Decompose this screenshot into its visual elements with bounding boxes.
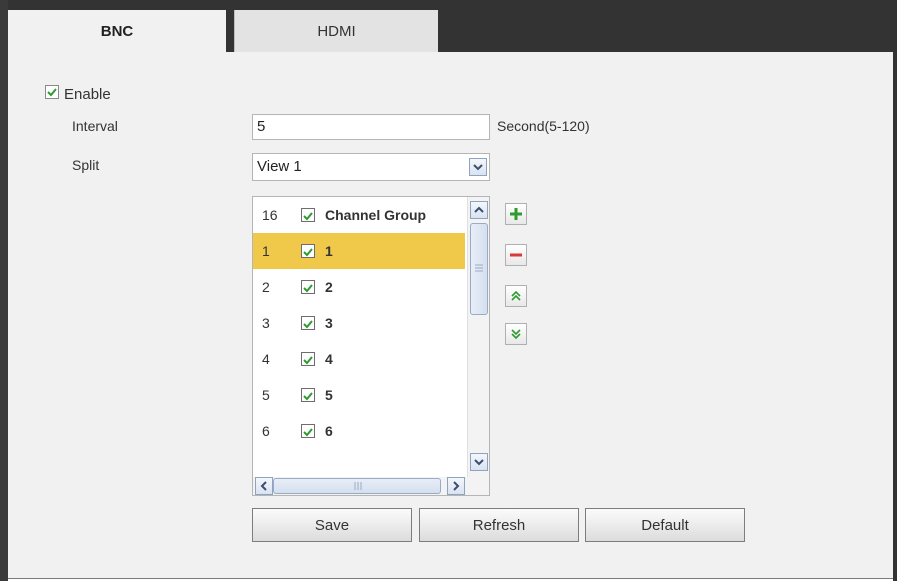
left-border [0, 0, 8, 581]
refresh-button[interactable]: Refresh [419, 508, 579, 542]
channel-label: 6 [325, 423, 333, 439]
tab-hdmi[interactable]: HDMI [234, 10, 438, 52]
remove-channel-button[interactable] [505, 244, 527, 266]
check-icon [303, 428, 313, 437]
channel-checkbox[interactable] [301, 244, 315, 258]
check-icon [303, 392, 313, 401]
split-select[interactable]: View 1 [252, 153, 490, 181]
check-icon [303, 356, 313, 365]
minus-icon [510, 253, 522, 257]
channel-number: 5 [262, 387, 270, 403]
grip-icon [475, 264, 483, 272]
list-item[interactable]: 4 4 [253, 341, 465, 377]
channel-group-label: Channel Group [325, 207, 427, 223]
channel-label: 1 [325, 243, 333, 259]
move-up-button[interactable] [505, 285, 527, 307]
channel-number: 4 [262, 351, 270, 367]
scroll-left-button[interactable] [255, 477, 273, 495]
channel-checkbox[interactable] [301, 280, 315, 294]
list-item[interactable]: 2 2 [253, 269, 465, 305]
channel-label: 3 [325, 315, 333, 331]
chevron-down-icon [473, 164, 483, 171]
interval-label: Interval [72, 118, 118, 134]
split-value: View 1 [257, 158, 302, 175]
channel-label: 2 [325, 279, 333, 295]
scroll-thumb[interactable] [470, 223, 488, 315]
channel-list-header[interactable]: 16 Channel Group [253, 197, 465, 233]
list-item[interactable]: 1 1 [253, 233, 465, 269]
chevron-right-icon [453, 481, 460, 491]
enable-label: Enable [64, 86, 111, 103]
channel-checkbox[interactable] [301, 352, 315, 366]
split-label: Split [72, 157, 100, 173]
check-icon [303, 212, 313, 221]
chevron-left-icon [260, 481, 267, 491]
horizontal-scrollbar[interactable] [253, 477, 489, 495]
channel-checkbox[interactable] [301, 316, 315, 330]
check-icon [303, 320, 313, 329]
tab-hdmi-label: HDMI [317, 22, 356, 40]
save-button[interactable]: Save [252, 508, 412, 542]
channel-checkbox[interactable] [301, 388, 315, 402]
list-item[interactable]: 6 6 [253, 413, 465, 449]
chevron-up-icon [474, 206, 484, 213]
scroll-right-button[interactable] [447, 477, 465, 495]
default-button[interactable]: Default [585, 508, 745, 542]
check-icon [303, 248, 313, 257]
channel-number: 3 [262, 315, 270, 331]
grip-icon [354, 482, 362, 490]
horizontal-scroll-thumb[interactable] [273, 478, 441, 494]
scroll-down-button[interactable] [470, 453, 488, 471]
move-down-button[interactable] [505, 323, 527, 345]
list-item[interactable]: 5 5 [253, 377, 465, 413]
scroll-up-button[interactable] [470, 201, 488, 219]
check-icon [303, 284, 313, 293]
check-icon [47, 88, 57, 97]
channel-group-checkbox[interactable] [301, 208, 315, 222]
double-up-icon [511, 290, 521, 301]
channel-group-count: 16 [262, 207, 278, 223]
tab-bnc[interactable]: BNC [8, 10, 226, 52]
list-item[interactable]: 3 3 [253, 305, 465, 341]
channel-number: 1 [262, 243, 270, 259]
channel-list[interactable]: 16 Channel Group 1 1 2 2 3 3 4 4 5 5 6 6 [252, 196, 490, 496]
interval-input[interactable]: 5 [252, 114, 490, 140]
channel-label: 5 [325, 387, 333, 403]
plus-icon [510, 208, 522, 220]
chevron-down-icon [474, 459, 484, 466]
double-down-icon [511, 329, 521, 340]
interval-hint: Second(5-120) [497, 118, 590, 134]
tab-bnc-label: BNC [100, 22, 134, 40]
split-dropdown-button[interactable] [469, 158, 487, 176]
channel-number: 2 [262, 279, 270, 295]
enable-checkbox[interactable] [45, 85, 59, 99]
channel-number: 6 [262, 423, 270, 439]
channel-checkbox[interactable] [301, 424, 315, 438]
vertical-scrollbar[interactable] [467, 197, 489, 477]
right-border [893, 0, 897, 581]
channel-label: 4 [325, 351, 333, 367]
add-channel-button[interactable] [505, 203, 527, 225]
